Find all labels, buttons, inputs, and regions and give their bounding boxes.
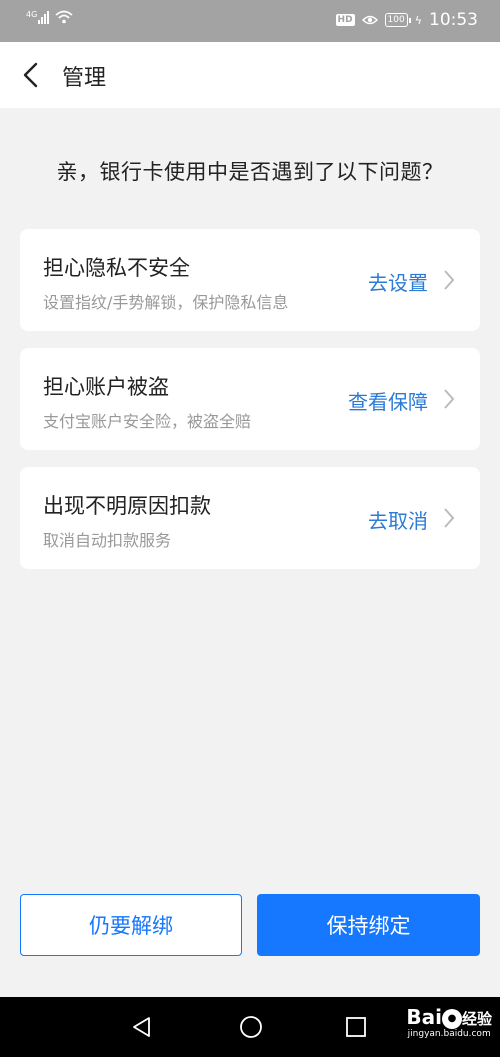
card-unknown-charge[interactable]: 出现不明原因扣款 取消自动扣款服务 去取消 [20,467,480,569]
question-heading: 亲，银行卡使用中是否遇到了以下问题？ [56,160,444,184]
battery-icon: 100 [384,13,411,27]
chevron-right-icon [444,270,455,290]
system-back-icon[interactable] [130,1015,154,1039]
watermark-logo: Bai ● 经验 [406,1005,492,1029]
status-right: HD 100 ϟ 10:53 [335,10,478,30]
watermark-logo-right: 经验 [461,1010,492,1028]
card-title: 担心账户被盗 [43,375,169,399]
system-home-icon[interactable] [238,1014,264,1040]
system-recent-apps-icon[interactable] [345,1016,367,1038]
card-action-link[interactable]: 去取消 [368,505,428,534]
signal-icon: 4G [26,10,50,24]
page-title: 管理 [62,66,107,91]
watermark-logo-left: Bai [406,1005,442,1029]
hd-badge: HD [335,14,355,26]
baidu-jingyan-watermark: Bai ● 经验 jingyan.baidu.com [406,1005,492,1039]
card-privacy[interactable]: 担心隐私不安全 设置指纹/手势解锁，保护隐私信息 去设置 [20,229,480,331]
nav-bar: 管理 [0,42,500,108]
card-subtitle: 取消自动扣款服务 [43,531,172,550]
card-title: 担心隐私不安全 [43,256,190,280]
wifi-icon [55,10,73,24]
chevron-right-icon [444,508,455,528]
charging-icon: ϟ [414,13,422,27]
status-left: 4G [26,10,73,24]
card-action-link[interactable]: 查看保障 [348,386,428,415]
clock-time: 10:53 [429,10,478,30]
card-action-link[interactable]: 去设置 [368,267,428,296]
card-subtitle: 支付宝账户安全险，被盗全赔 [43,412,252,431]
back-arrow-icon[interactable] [18,61,46,89]
watermark-url: jingyan.baidu.com [407,1029,491,1039]
card-title: 出现不明原因扣款 [43,494,211,518]
paw-icon: ● [441,1008,462,1029]
signal-label: 4G [26,10,38,19]
chevron-right-icon [444,389,455,409]
keep-binding-button[interactable]: 保持绑定 [257,894,480,956]
status-bar: 4G HD 100 ϟ 10:53 [0,0,500,42]
eye-icon [361,15,378,25]
system-nav-bar: Bai ● 经验 jingyan.baidu.com [0,997,500,1057]
card-subtitle: 设置指纹/手势解锁，保护隐私信息 [43,293,289,312]
unbind-button[interactable]: 仍要解绑 [20,894,242,956]
card-account-theft[interactable]: 担心账户被盗 支付宝账户安全险，被盗全赔 查看保障 [20,348,480,450]
